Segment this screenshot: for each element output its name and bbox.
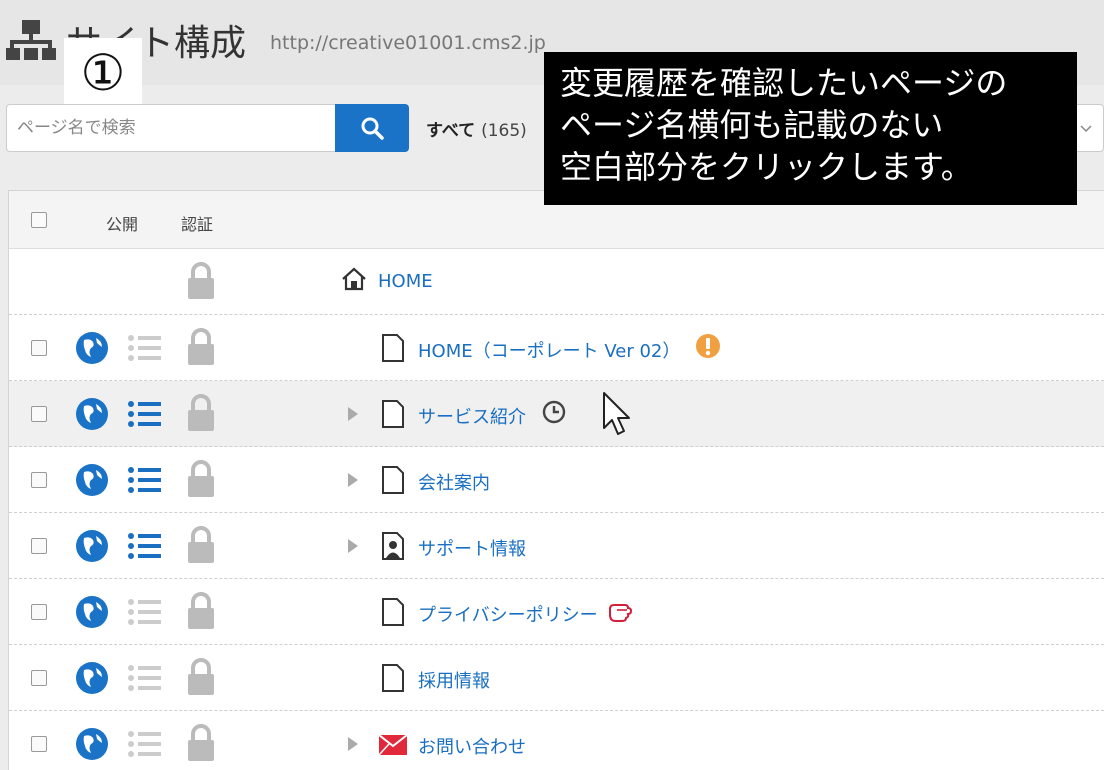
table-row[interactable]: HOME xyxy=(9,249,1104,315)
lock-icon[interactable] xyxy=(185,459,217,499)
expand-arrow-icon[interactable] xyxy=(346,406,360,422)
lock-icon[interactable] xyxy=(185,393,217,433)
site-url: http://creative01001.cms2.jp xyxy=(270,32,546,54)
filter-dropdown[interactable]: すべて (165) xyxy=(426,116,527,141)
page-icon xyxy=(382,598,404,626)
expand-arrow-icon[interactable] xyxy=(346,736,360,752)
column-header-auth: 認証 xyxy=(181,215,214,234)
page-name-link[interactable]: プライバシーポリシー xyxy=(418,601,598,627)
page-name-link[interactable]: お問い合わせ xyxy=(418,733,526,759)
globe-icon[interactable] xyxy=(75,661,109,695)
table-row[interactable]: 採用情報 xyxy=(9,645,1104,711)
expand-arrow-icon[interactable] xyxy=(346,472,360,488)
clock-icon xyxy=(542,400,566,424)
lock-icon[interactable] xyxy=(185,327,217,367)
page-name-link[interactable]: サービス紹介 xyxy=(418,403,526,429)
row-checkbox[interactable] xyxy=(31,406,47,422)
globe-icon[interactable] xyxy=(75,331,109,365)
list-icon[interactable] xyxy=(127,729,163,759)
table-row[interactable]: 会社案内 xyxy=(9,447,1104,513)
callout-line: ページ名横何も記載のない xyxy=(560,106,944,144)
globe-icon[interactable] xyxy=(75,463,109,497)
globe-icon[interactable] xyxy=(75,595,109,629)
lock-icon xyxy=(188,262,214,299)
column-header-publish: 公開 xyxy=(106,215,139,234)
page-name-link[interactable]: 採用情報 xyxy=(418,667,490,693)
list-icon[interactable] xyxy=(127,333,163,363)
globe-icon[interactable] xyxy=(75,529,109,563)
globe-icon[interactable] xyxy=(75,397,109,431)
row-checkbox[interactable] xyxy=(31,604,47,620)
page-name-link[interactable]: HOME（コーポレート Ver 02） xyxy=(418,337,680,363)
lock-icon[interactable] xyxy=(185,591,217,631)
page-icon xyxy=(382,466,404,494)
table-row[interactable]: サポート情報 xyxy=(9,513,1104,579)
list-icon[interactable] xyxy=(127,531,163,561)
search-button[interactable] xyxy=(335,104,409,152)
sitemap-icon xyxy=(6,20,56,60)
table-row[interactable]: HOME（コーポレート Ver 02） xyxy=(9,315,1104,381)
mail-icon xyxy=(378,734,408,756)
table-row[interactable]: プライバシーポリシー xyxy=(9,579,1104,645)
table-row[interactable]: サービス紹介 xyxy=(9,381,1104,447)
chevron-down-icon xyxy=(1080,125,1092,133)
list-icon[interactable] xyxy=(127,597,163,627)
lock-icon[interactable] xyxy=(185,657,217,697)
expand-arrow-icon[interactable] xyxy=(346,538,360,554)
person-page-icon xyxy=(382,532,404,560)
page-icon xyxy=(382,664,404,692)
search-input[interactable] xyxy=(6,104,336,152)
lock-icon[interactable] xyxy=(185,723,217,763)
list-icon[interactable] xyxy=(127,663,163,693)
mouse-cursor-icon xyxy=(603,392,630,435)
page-icon xyxy=(382,400,404,428)
hand-icon xyxy=(609,604,633,622)
page-name-link[interactable]: HOME xyxy=(378,271,433,292)
table-row[interactable]: お問い合わせ xyxy=(9,711,1104,770)
select-all-checkbox[interactable] xyxy=(31,212,47,228)
page-name-link[interactable]: サポート情報 xyxy=(418,535,526,561)
page-name-link[interactable]: 会社案内 xyxy=(418,469,490,495)
lock-icon[interactable] xyxy=(185,525,217,565)
home-icon xyxy=(342,267,366,291)
site-tree-table: 公開 認証 HOME HOME（コーポレート Ver 02） サービス紹介 会社… xyxy=(8,190,1104,770)
search-icon xyxy=(361,117,384,140)
callout-line: 変更履歴を確認したいページの xyxy=(560,64,1008,102)
step-number-label: ① xyxy=(64,38,142,108)
list-icon[interactable] xyxy=(127,399,163,429)
filter-label: すべて xyxy=(426,121,476,141)
row-checkbox[interactable] xyxy=(31,472,47,488)
row-checkbox[interactable] xyxy=(31,340,47,356)
list-icon[interactable] xyxy=(127,465,163,495)
instruction-callout: 変更履歴を確認したいページの ページ名横何も記載のない 空白部分をクリックします… xyxy=(544,52,1077,205)
page-icon xyxy=(382,334,404,362)
row-checkbox[interactable] xyxy=(31,538,47,554)
row-checkbox[interactable] xyxy=(31,736,47,752)
filter-count: (165) xyxy=(481,121,527,141)
globe-icon[interactable] xyxy=(75,727,109,761)
callout-line: 空白部分をクリックします。 xyxy=(560,148,973,186)
row-checkbox[interactable] xyxy=(31,670,47,686)
warning-icon xyxy=(696,334,720,358)
